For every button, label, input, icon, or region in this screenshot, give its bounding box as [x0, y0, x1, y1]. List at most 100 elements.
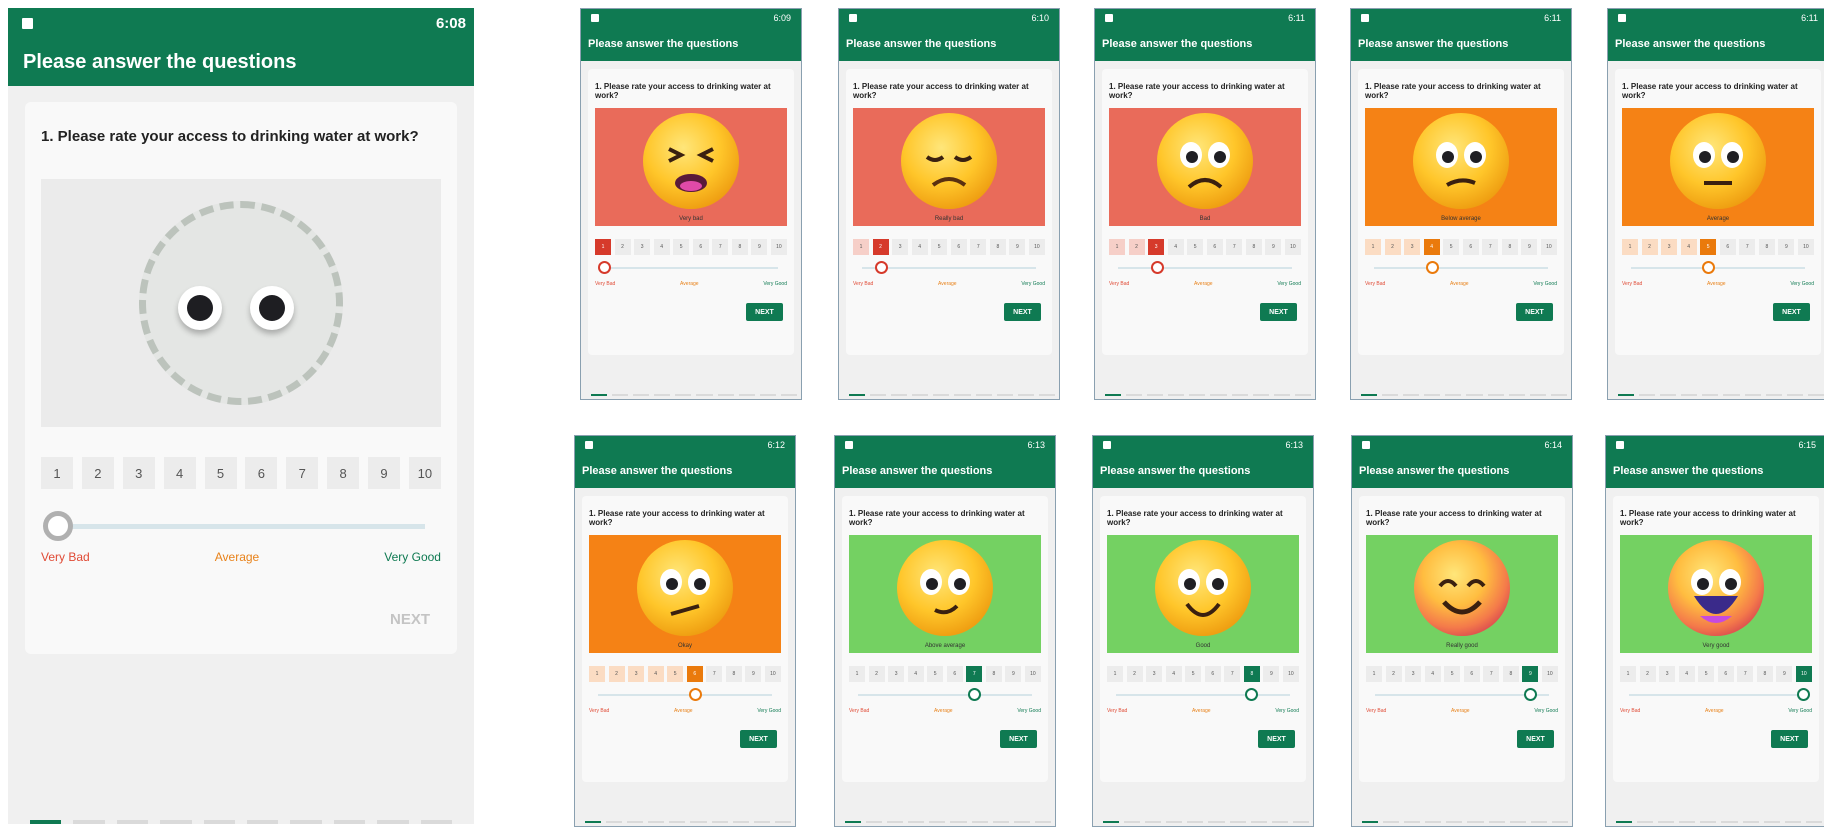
next-button[interactable]: NEXT: [380, 604, 440, 634]
next-button[interactable]: NEXT: [746, 303, 783, 321]
rating-option-7[interactable]: 7: [1226, 239, 1243, 255]
rating-slider[interactable]: [43, 511, 425, 541]
rating-option-1[interactable]: 1: [1365, 239, 1381, 255]
rating-option-9[interactable]: 9: [1005, 666, 1022, 682]
next-button[interactable]: NEXT: [1771, 730, 1808, 748]
rating-option-6[interactable]: 6: [946, 666, 963, 682]
rating-option-4[interactable]: 4: [1165, 666, 1182, 682]
rating-option-9[interactable]: 9: [1265, 239, 1282, 255]
rating-option-2[interactable]: 2: [1126, 666, 1143, 682]
rating-option-3[interactable]: 3: [1146, 666, 1163, 682]
rating-slider[interactable]: [1629, 688, 1810, 701]
slider-knob[interactable]: [1797, 688, 1810, 701]
rating-option-1[interactable]: 1: [1620, 666, 1636, 682]
rating-option-8[interactable]: 8: [1243, 666, 1260, 682]
rating-option-2[interactable]: 2: [868, 666, 885, 682]
rating-option-9[interactable]: 9: [368, 457, 400, 489]
rating-option-7[interactable]: 7: [1224, 666, 1241, 682]
rating-option-7[interactable]: 7: [1482, 239, 1499, 255]
rating-option-6[interactable]: 6: [950, 239, 967, 255]
rating-slider[interactable]: [1116, 688, 1290, 701]
rating-option-1[interactable]: 1: [589, 666, 605, 682]
rating-option-5[interactable]: 5: [1700, 239, 1717, 255]
rating-option-3[interactable]: 3: [1661, 239, 1678, 255]
rating-option-3[interactable]: 3: [892, 239, 909, 255]
slider-knob[interactable]: [688, 688, 702, 701]
rating-option-2[interactable]: 2: [1641, 239, 1658, 255]
rating-option-8[interactable]: 8: [1756, 666, 1773, 682]
slider-knob[interactable]: [967, 688, 981, 701]
rating-option-3[interactable]: 3: [1404, 239, 1421, 255]
rating-option-9[interactable]: 9: [1009, 239, 1026, 255]
rating-option-5[interactable]: 5: [667, 666, 684, 682]
rating-option-3[interactable]: 3: [634, 239, 651, 255]
rating-option-2[interactable]: 2: [1128, 239, 1145, 255]
rating-option-4[interactable]: 4: [1424, 666, 1441, 682]
rating-option-6[interactable]: 6: [1463, 666, 1480, 682]
rating-option-7[interactable]: 7: [966, 666, 983, 682]
rating-option-1[interactable]: 1: [595, 239, 611, 255]
rating-option-5[interactable]: 5: [927, 666, 944, 682]
rating-option-10[interactable]: 10: [1797, 239, 1814, 255]
rating-option-5[interactable]: 5: [1698, 666, 1715, 682]
rating-option-4[interactable]: 4: [911, 239, 928, 255]
rating-option-3[interactable]: 3: [628, 666, 645, 682]
rating-option-10[interactable]: 10: [1282, 666, 1299, 682]
rating-option-5[interactable]: 5: [673, 239, 690, 255]
rating-option-4[interactable]: 4: [1680, 239, 1697, 255]
rating-option-6[interactable]: 6: [686, 666, 703, 682]
rating-option-7[interactable]: 7: [286, 457, 319, 489]
rating-option-4[interactable]: 4: [907, 666, 924, 682]
rating-option-5[interactable]: 5: [1444, 666, 1461, 682]
rating-option-9[interactable]: 9: [1776, 666, 1793, 682]
rating-option-4[interactable]: 4: [1167, 239, 1184, 255]
next-button[interactable]: NEXT: [1773, 303, 1810, 321]
rating-option-3[interactable]: 3: [1659, 666, 1676, 682]
next-button[interactable]: NEXT: [1516, 303, 1553, 321]
rating-option-1[interactable]: 1: [41, 457, 73, 489]
rating-option-8[interactable]: 8: [1502, 666, 1519, 682]
rating-option-10[interactable]: 10: [770, 239, 787, 255]
next-button[interactable]: NEXT: [1258, 730, 1295, 748]
rating-option-6[interactable]: 6: [692, 239, 709, 255]
slider-knob[interactable]: [1245, 688, 1259, 701]
rating-option-10[interactable]: 10: [1541, 666, 1558, 682]
rating-option-3[interactable]: 3: [888, 666, 905, 682]
rating-option-2[interactable]: 2: [614, 239, 631, 255]
rating-option-8[interactable]: 8: [1758, 239, 1775, 255]
rating-option-9[interactable]: 9: [751, 239, 768, 255]
rating-option-8[interactable]: 8: [1245, 239, 1262, 255]
rating-option-6[interactable]: 6: [1206, 239, 1223, 255]
rating-option-4[interactable]: 4: [653, 239, 670, 255]
rating-option-9[interactable]: 9: [745, 666, 762, 682]
rating-option-2[interactable]: 2: [608, 666, 625, 682]
rating-option-2[interactable]: 2: [1385, 666, 1402, 682]
slider-knob[interactable]: [598, 261, 611, 274]
slider-knob[interactable]: [1425, 261, 1439, 274]
next-button[interactable]: NEXT: [1260, 303, 1297, 321]
rating-option-7[interactable]: 7: [1737, 666, 1754, 682]
slider-knob[interactable]: [1702, 261, 1716, 274]
slider-knob[interactable]: [43, 511, 73, 541]
rating-option-7[interactable]: 7: [706, 666, 723, 682]
rating-option-9[interactable]: 9: [1521, 239, 1538, 255]
rating-option-7[interactable]: 7: [1739, 239, 1756, 255]
rating-option-10[interactable]: 10: [1795, 666, 1812, 682]
rating-slider[interactable]: [1374, 261, 1548, 274]
rating-option-6[interactable]: 6: [245, 457, 278, 489]
rating-option-2[interactable]: 2: [1384, 239, 1401, 255]
rating-option-1[interactable]: 1: [1109, 239, 1125, 255]
rating-option-9[interactable]: 9: [1522, 666, 1539, 682]
rating-option-6[interactable]: 6: [1462, 239, 1479, 255]
rating-option-9[interactable]: 9: [1263, 666, 1280, 682]
rating-slider[interactable]: [1375, 688, 1549, 701]
rating-option-5[interactable]: 5: [204, 457, 237, 489]
rating-option-5[interactable]: 5: [1187, 239, 1204, 255]
rating-option-4[interactable]: 4: [1678, 666, 1695, 682]
rating-option-3[interactable]: 3: [1148, 239, 1165, 255]
next-button[interactable]: NEXT: [1004, 303, 1041, 321]
next-button[interactable]: NEXT: [1517, 730, 1554, 748]
slider-knob[interactable]: [1523, 688, 1537, 701]
slider-knob[interactable]: [1150, 261, 1164, 274]
rating-option-3[interactable]: 3: [122, 457, 155, 489]
